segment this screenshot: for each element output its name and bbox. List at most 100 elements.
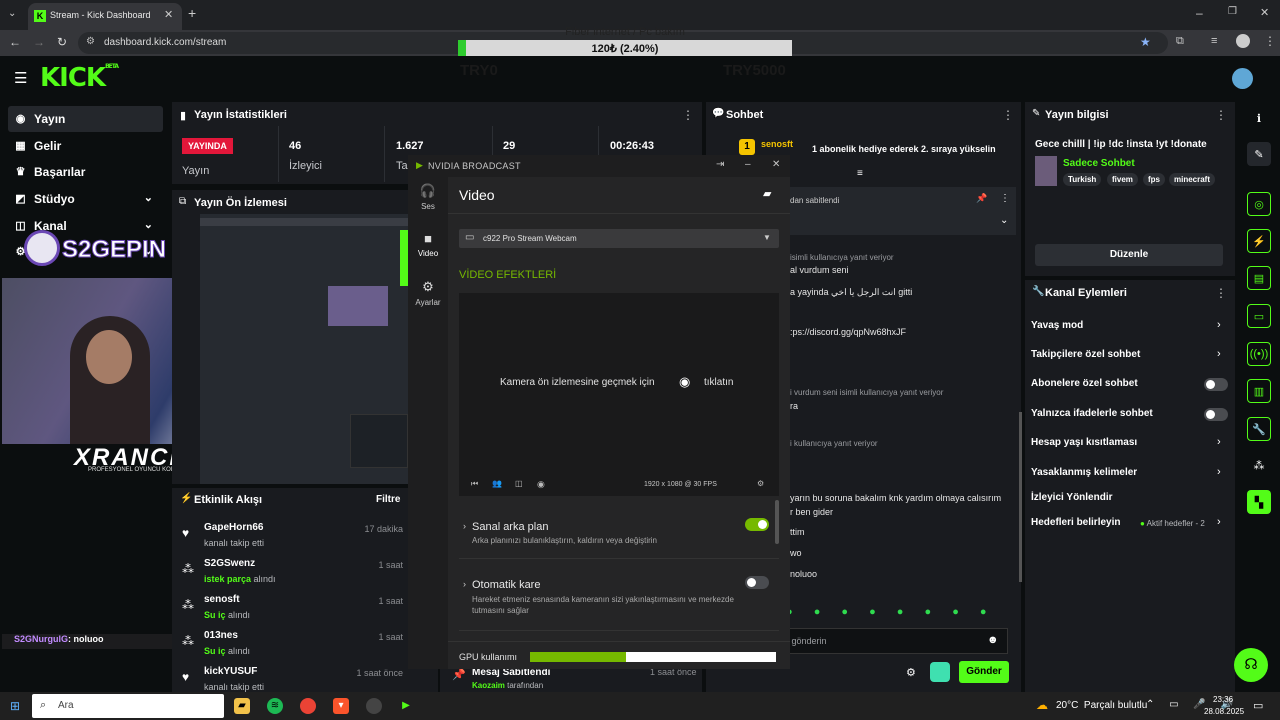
notification-icon[interactable]: ▭ [1253,699,1263,712]
snapshot-icon[interactable]: ◫ [515,479,523,488]
chat-icon[interactable]: ▭ [1247,304,1271,328]
browser-menu-icon[interactable]: ⋮ [1264,34,1276,48]
channel-action-item[interactable]: Yasaklanmış kelimeler [1031,467,1137,478]
kick-app-icon[interactable]: ▶ [398,698,414,714]
hamburger-menu-icon[interactable]: ☰ [14,69,27,87]
chat-scrollbar[interactable] [1019,412,1022,582]
effect-toggle[interactable] [745,518,769,531]
chevron-right-icon[interactable]: › [1217,466,1221,478]
chevron-down-icon[interactable]: ⌄ [1000,215,1008,226]
chrome-icon[interactable] [300,698,316,714]
reading-list-icon[interactable]: ≡ [1211,35,1217,47]
send-button[interactable]: Gönder [959,661,1009,683]
expand-chevron-icon[interactable]: › [463,521,466,531]
user-avatar[interactable] [1232,68,1253,89]
nvidia-tab-video[interactable]: ■ Video [408,231,448,258]
kebab-menu-icon[interactable]: ⋮ [1002,108,1014,122]
channel-action-item[interactable]: Hesap yaşı kısıtlaması [1031,437,1137,448]
spotify-icon[interactable]: ≋ [267,698,283,714]
nav-item-gelir[interactable]: ▦ Gelir [8,133,163,159]
kebab-menu-icon[interactable]: ⋮ [682,108,694,122]
nvidia-minimize-icon[interactable]: – [745,159,751,170]
resolution-select[interactable]: 1920 x 1080 @ 30 FPS [644,481,717,488]
channel-action-toggle[interactable] [1204,378,1228,391]
support-button[interactable]: ☊ [1234,648,1268,682]
kebab-menu-icon[interactable]: ⋮ [1000,193,1010,204]
obs-icon[interactable] [366,698,382,714]
profile-icon[interactable] [1236,34,1250,48]
nav-item-yayin[interactable]: ◉ Yayın [8,106,163,132]
bookmark-star-icon[interactable]: ★ [1140,35,1151,49]
url-text: dashboard.kick.com/stream [104,37,227,48]
broadcast-icon[interactable]: ((•)) [1247,342,1271,366]
camera-focus-icon[interactable]: ◎ [1247,192,1271,216]
brave-icon[interactable]: ▾ [333,698,349,714]
close-window-icon[interactable]: ✕ [1260,6,1269,19]
clapper-icon[interactable]: ▚ [1247,490,1271,514]
edit-icon[interactable]: ✎ [1247,142,1271,166]
channel-action-item[interactable]: Abonelere özel sohbet [1031,378,1138,389]
active-goals-text: Aktif hedefler - 2 [1146,519,1205,528]
nav-item-basarilar[interactable]: ♛ Başarılar [8,159,163,185]
pin-icon[interactable]: 📌 [976,193,987,204]
nvidia-popout-icon[interactable]: ⇥ [716,159,724,170]
file-explorer-icon[interactable]: ▰ [234,698,250,714]
clock-date[interactable]: 28.08.2025 [1204,707,1244,716]
nvidia-scrollbar[interactable] [775,500,779,544]
emoji-icon[interactable]: ☻ [987,634,999,646]
minimize-icon[interactable]: – [1196,6,1203,20]
taskbar-search[interactable]: ⌕ Ara [32,694,224,718]
channel-action-toggle[interactable] [1204,408,1228,421]
document-icon[interactable]: ▤ [1247,266,1271,290]
kick-logo[interactable]: KICKBETA [40,63,119,93]
chat-action-icon[interactable] [930,662,950,682]
person-icon[interactable]: 👥 [492,479,502,488]
chevron-right-icon[interactable]: › [1217,319,1221,331]
channel-action-item[interactable]: Hedefleri belirleyin [1031,517,1120,528]
chevron-right-icon[interactable]: › [1217,436,1221,448]
nvidia-tab-ses[interactable]: 🎧 Ses [408,183,448,211]
visibility-icon[interactable]: ◉ [537,479,545,490]
tab-list-icon[interactable]: ⌄ [8,8,16,19]
site-info-icon[interactable]: ⚙ [86,36,95,47]
wrench-icon[interactable]: 🔧 [1247,417,1271,441]
channel-action-item[interactable]: Yalnızca ifadelerle sohbet [1031,408,1153,419]
tab-close-icon[interactable]: ✕ [164,8,173,21]
skip-icon[interactable]: ⏮ [471,479,478,489]
clock-time[interactable]: 23:36 [1213,695,1233,704]
layout-icon[interactable]: ▥ [1247,379,1271,403]
info-icon[interactable]: ℹ [1247,106,1271,130]
browser-tab[interactable]: K Stream - Kick Dashboard ✕ [28,3,182,30]
reload-icon[interactable]: ↻ [57,35,67,49]
chat-input[interactable]: j gönderin ☻ [786,628,1008,654]
nvidia-tab-ayarlar[interactable]: ⚙ Ayarlar [408,279,448,307]
filter-button[interactable]: Filtre [376,494,400,505]
nvidia-close-icon[interactable]: ✕ [772,159,780,170]
effect-toggle[interactable] [745,576,769,589]
sort-icon[interactable]: ≡ [857,168,863,179]
chat-settings-icon[interactable]: ⚙ [906,666,916,679]
back-icon[interactable]: ← [9,35,21,49]
expand-chevron-icon[interactable]: › [463,579,466,589]
camera-settings-icon[interactable]: ⚙ [757,479,764,488]
windows-start-icon[interactable]: ⊞ [10,699,20,713]
channel-action-item[interactable]: Takipçilere özel sohbet [1031,349,1140,360]
camera-preview[interactable]: Kamera ön izlemesine geçmek için ◉ tıkla… [459,293,779,496]
chevron-right-icon[interactable]: › [1217,516,1221,528]
bolt-icon[interactable]: ⚡ [1247,229,1271,253]
new-tab-icon[interactable]: + [188,5,196,21]
restore-icon[interactable]: ❐ [1228,6,1237,17]
forward-icon[interactable]: → [33,35,45,49]
kebab-menu-icon[interactable]: ⋮ [1215,108,1227,122]
edit-button[interactable]: Düzenle [1035,244,1223,266]
dots-icon[interactable]: ⁂ [1247,453,1271,477]
kebab-menu-icon[interactable]: ⋮ [1215,286,1227,300]
feedback-icon[interactable]: ▰ [763,187,771,200]
chevron-right-icon[interactable]: › [1217,348,1221,360]
channel-action-item[interactable]: Yavaş mod [1031,320,1083,331]
category-name[interactable]: Sadece Sohbet [1063,158,1135,169]
channel-action-item[interactable]: İzleyici Yönlendir [1031,492,1113,503]
extensions-icon[interactable]: ⧉ [1176,35,1184,48]
camera-select[interactable]: ▭ c922 Pro Stream Webcam ▼ [459,229,779,248]
nav-item-studyo[interactable]: ◩ Stüdyo ⌄ [8,186,163,212]
